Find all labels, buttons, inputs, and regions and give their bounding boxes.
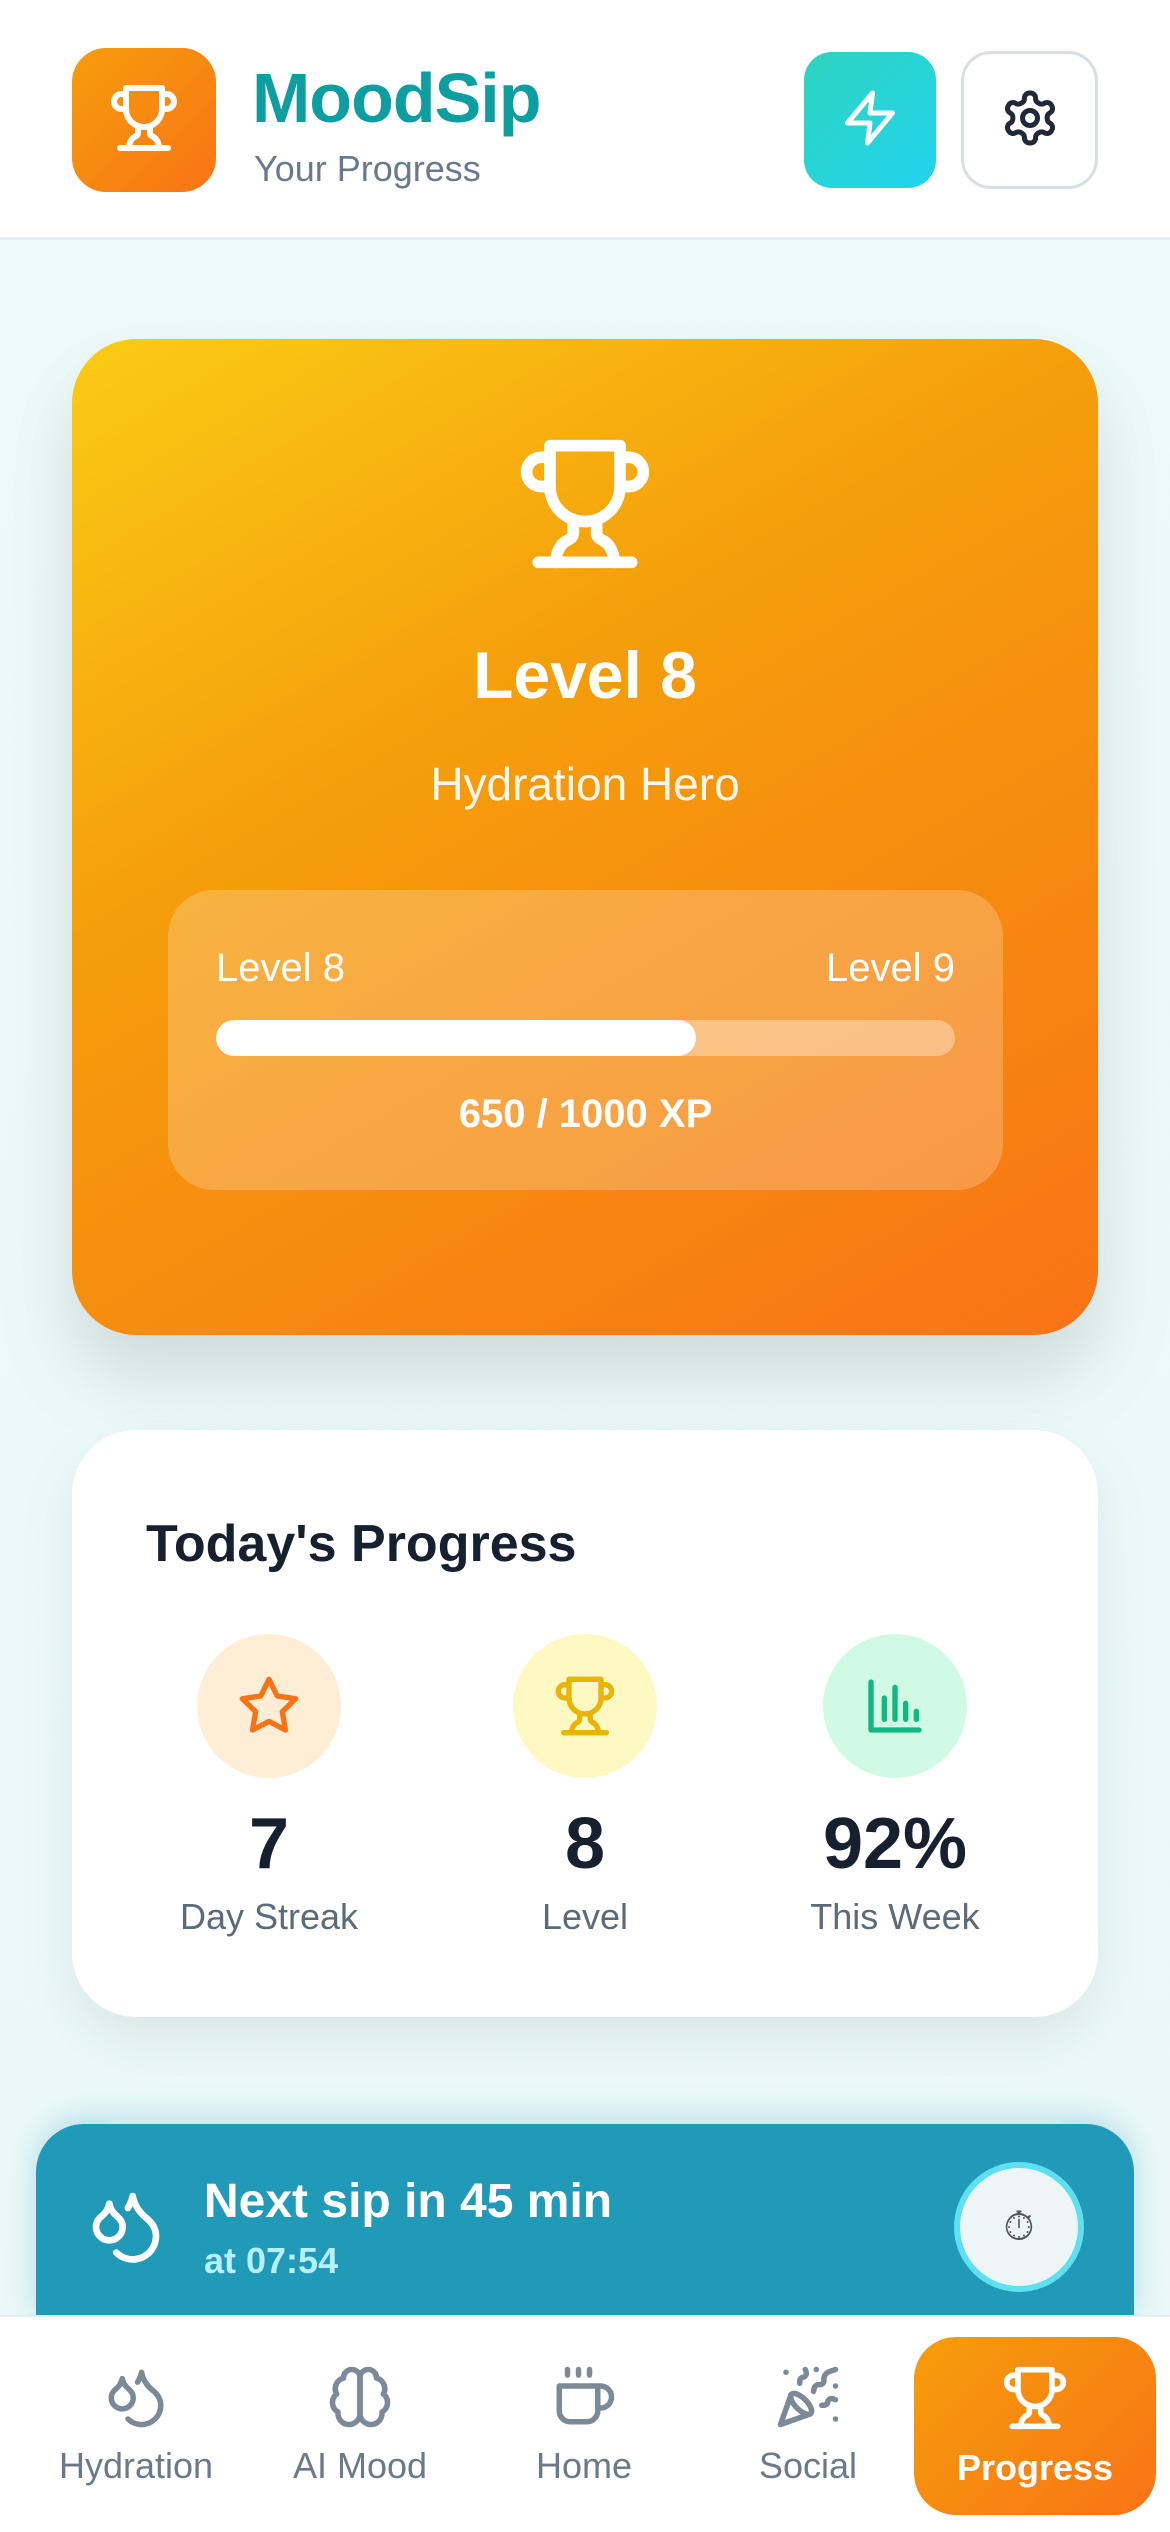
trophy-icon	[108, 82, 180, 159]
star-icon	[197, 1634, 341, 1778]
coffee-cup-icon	[551, 2364, 617, 2435]
stat-level: 8 Level	[430, 1634, 740, 1938]
lightning-icon	[840, 88, 900, 153]
brain-icon	[327, 2364, 393, 2435]
nav-label: Progress	[956, 2446, 1114, 2488]
droplets-icon	[86, 2186, 166, 2266]
level-title: Level 8	[473, 638, 697, 712]
xp-progress-bar	[216, 1020, 955, 1056]
stat-this-week: 92% This Week	[740, 1634, 1050, 1938]
reminder-title: Next sip in 45 min	[204, 2175, 613, 2228]
stat-label: Day Streak	[179, 1896, 359, 1937]
timer-button[interactable]: ⏱	[954, 2162, 1084, 2292]
section-title: Today's Progress	[146, 1515, 577, 1573]
nav-item-ai-mood[interactable]: AI Mood	[250, 2317, 470, 2532]
stopwatch-icon: ⏱	[1003, 2204, 1035, 2249]
stat-label: This Week	[810, 1896, 980, 1937]
bottom-navigation: Hydration AI Mood Home Social Progress	[0, 2315, 1170, 2532]
gear-icon	[1000, 88, 1060, 153]
todays-progress-card: Today's Progress 7 Day Streak 8 Level 92…	[72, 1430, 1098, 2017]
nav-label: Home	[535, 2445, 633, 2486]
xp-progress-fill	[216, 1020, 697, 1056]
nav-item-progress[interactable]: Progress	[914, 2337, 1156, 2515]
level-rank: Hydration Hero	[430, 758, 740, 810]
app-header: MoodSip Your Progress	[0, 0, 1170, 240]
nav-item-hydration[interactable]: Hydration	[26, 2317, 246, 2532]
nav-label: Social	[758, 2445, 858, 2486]
stat-label: Level	[541, 1896, 629, 1937]
current-level-label: Level 8	[216, 946, 345, 990]
stat-value: 8	[564, 1804, 606, 1884]
nav-item-home[interactable]: Home	[474, 2317, 694, 2532]
quick-action-button[interactable]	[804, 52, 936, 188]
trophy-icon	[1001, 2364, 1069, 2437]
party-popper-icon	[775, 2364, 841, 2435]
app-logo	[72, 48, 216, 192]
xp-text: 650 / 1000 XP	[458, 1092, 713, 1136]
settings-button[interactable]	[961, 51, 1098, 189]
bar-chart-icon	[823, 1634, 967, 1778]
level-card: Level 8 Hydration Hero Level 8 Level 9 6…	[72, 339, 1098, 1335]
next-level-label: Level 9	[826, 946, 955, 990]
stat-value: 92%	[822, 1804, 968, 1884]
droplets-icon	[103, 2364, 169, 2435]
xp-progress-panel: Level 8 Level 9 650 / 1000 XP	[168, 890, 1003, 1190]
stat-day-streak: 7 Day Streak	[114, 1634, 424, 1938]
next-sip-banner[interactable]: Next sip in 45 min at 07:54 ⏱	[36, 2124, 1134, 2320]
page-subtitle: Your Progress	[254, 148, 481, 189]
stat-value: 7	[248, 1804, 290, 1884]
trophy-icon	[513, 1634, 657, 1778]
reminder-time: at 07:54	[204, 2240, 339, 2281]
app-title: MoodSip	[252, 59, 541, 137]
nav-label: Hydration	[58, 2445, 214, 2486]
nav-label: AI Mood	[292, 2445, 428, 2486]
trophy-icon	[515, 434, 655, 574]
nav-item-social[interactable]: Social	[698, 2317, 918, 2532]
